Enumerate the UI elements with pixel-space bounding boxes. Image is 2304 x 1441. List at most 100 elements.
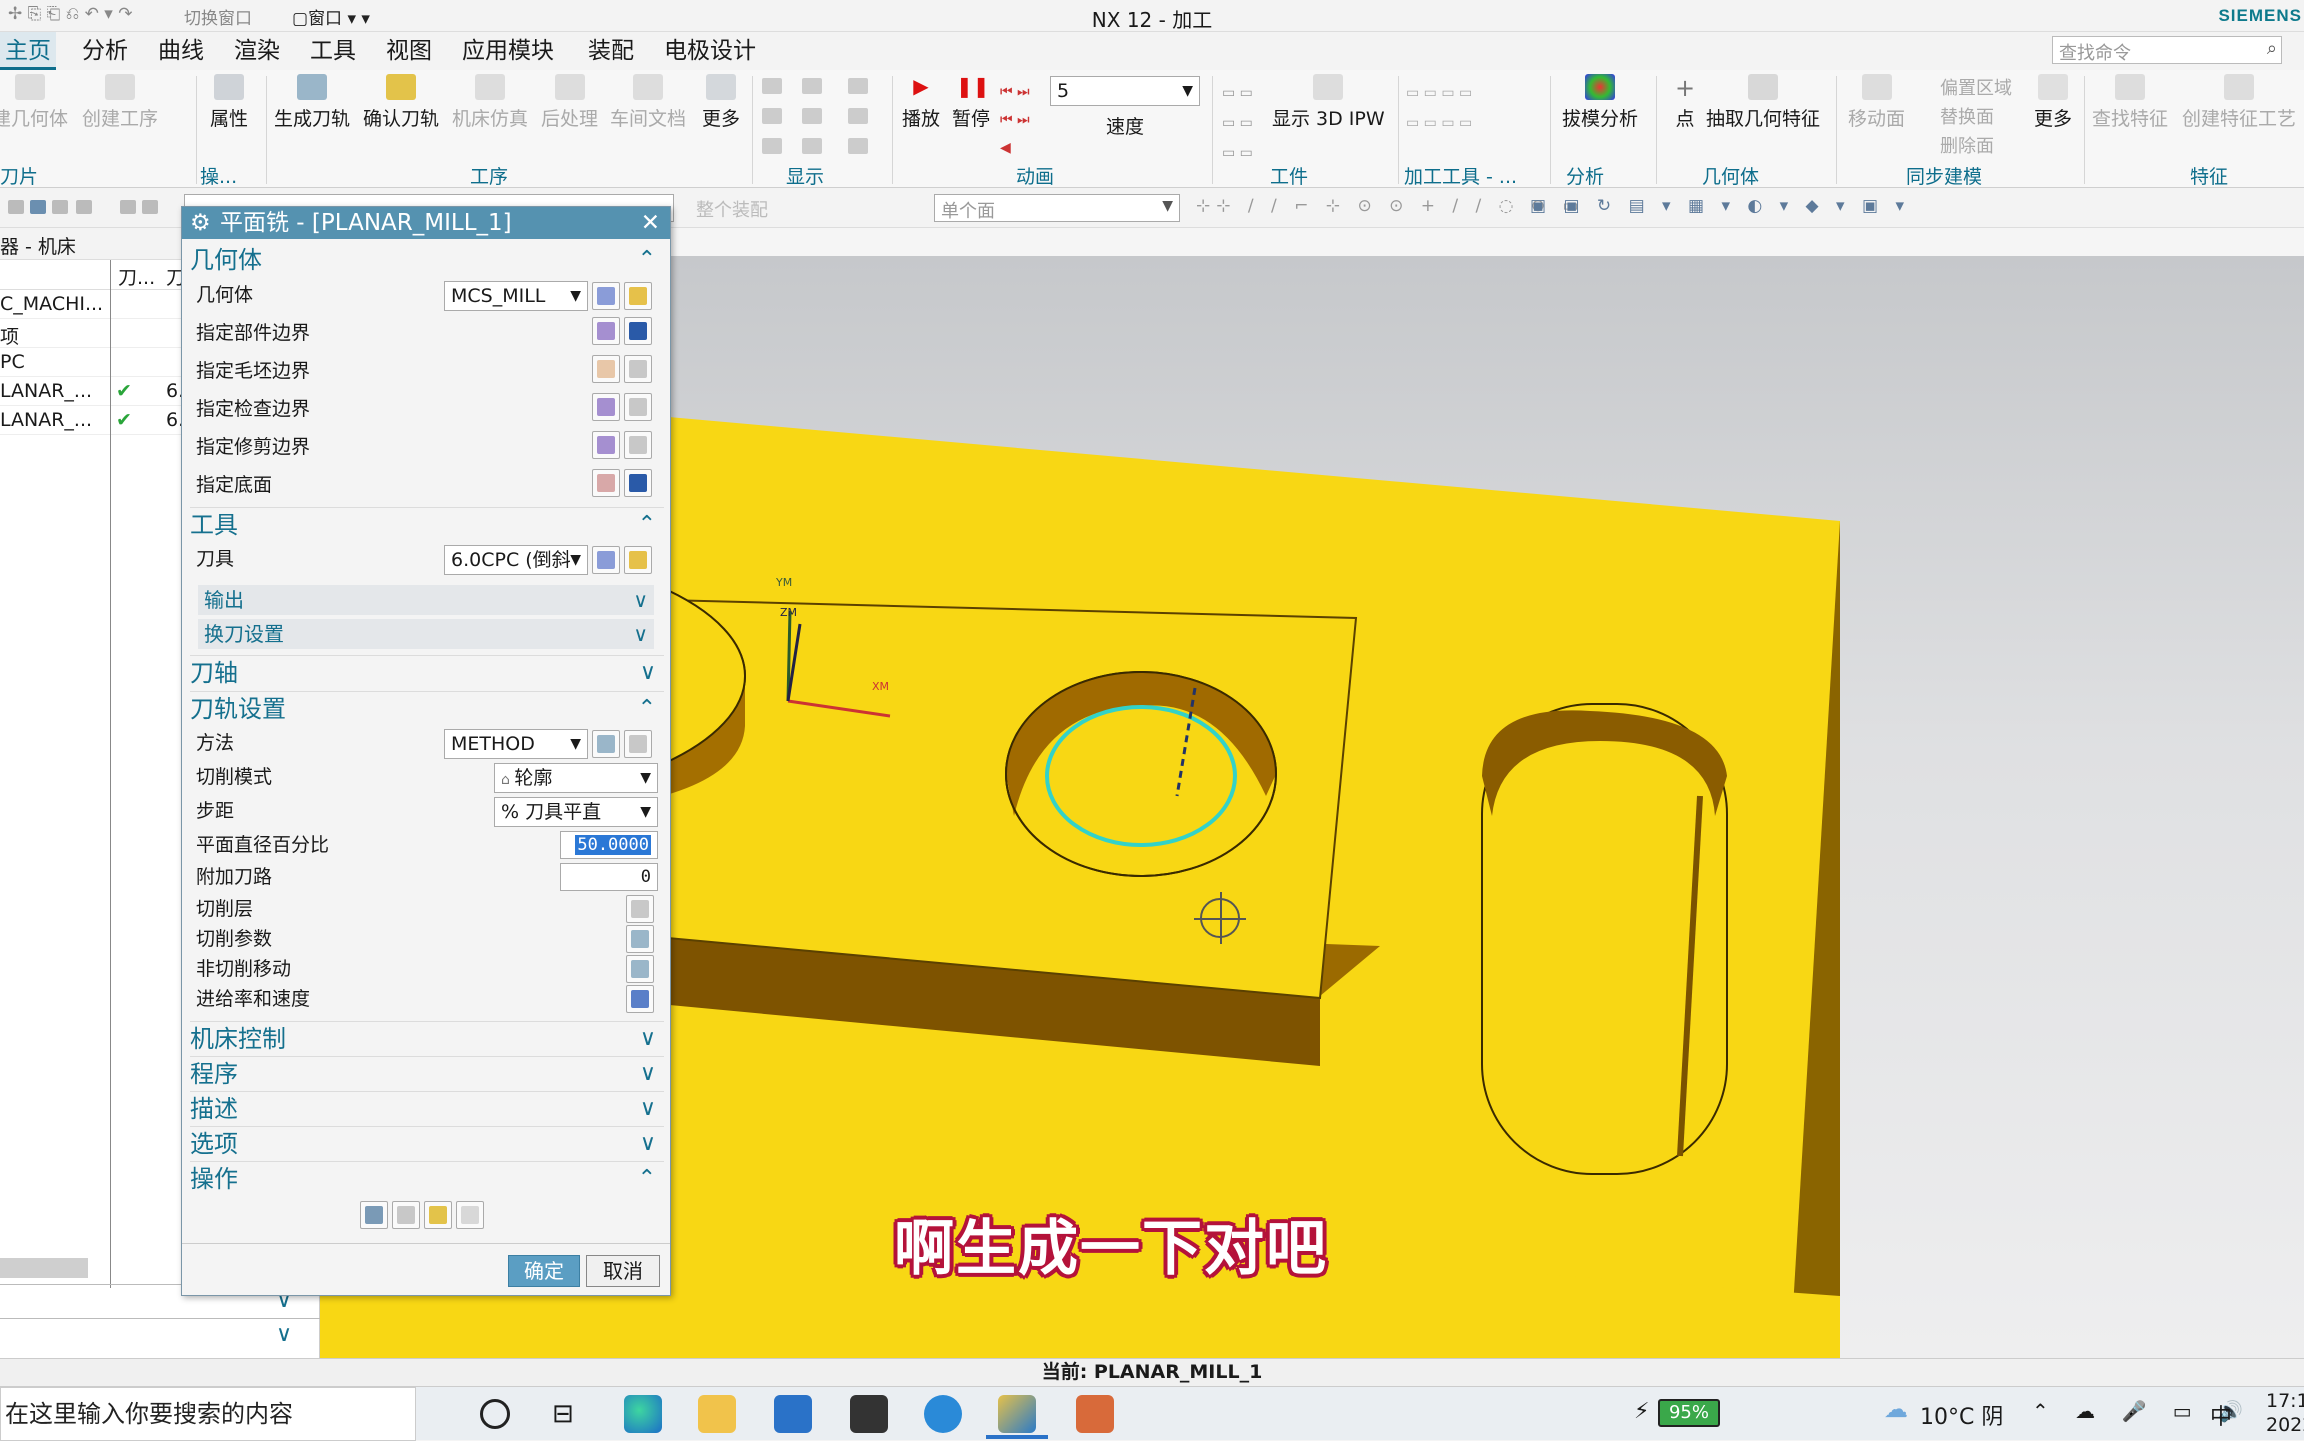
create-operation-button[interactable]: 创建工序 (82, 74, 158, 131)
shop-doc-button[interactable]: 车间文档 (610, 74, 686, 131)
machine-sim-button[interactable]: 机床仿真 (452, 74, 528, 131)
cortana-icon[interactable] (480, 1399, 510, 1429)
pause-button[interactable]: ❚❚ 暂停 (952, 74, 990, 131)
select-floor-button[interactable] (592, 469, 620, 497)
verify-button[interactable] (424, 1201, 452, 1229)
section-program[interactable]: 程序 ∨ (190, 1056, 664, 1090)
move-face-button[interactable]: 移动面 (1848, 74, 1905, 131)
tab-electrode[interactable]: 电极设计 (659, 32, 761, 70)
section-path-settings[interactable]: 刀轨设置 ⌃ (190, 691, 664, 725)
cut-levels-button[interactable] (626, 895, 654, 923)
speed-select[interactable]: 5 ▼ (1050, 76, 1200, 106)
find-feature-button[interactable]: 查找特征 (2092, 74, 2168, 131)
mfg-tools[interactable]: ▭ ▭ ▭ ▭ ▭ ▭ ▭ ▭ (1406, 78, 1472, 138)
tab-curve[interactable]: 曲线 (153, 32, 209, 70)
section-description[interactable]: 描述 ∨ (190, 1091, 664, 1125)
subsection-output[interactable]: 输出 ∨ (198, 585, 654, 615)
section-machine-control[interactable]: 机床控制 ∨ (190, 1021, 664, 1055)
snap-point-icons[interactable]: ⊹⊹ ∕ ∕ ⌐ ⊹ ⊙ ⊙ + ∕ ∕ ◌ ⊘ ▭ (1196, 196, 1585, 216)
show-check-boundary-button[interactable] (624, 393, 652, 421)
ie-icon[interactable] (924, 1395, 962, 1433)
section-tool-axis[interactable]: 刀轴 ∨ (190, 655, 664, 689)
edit-tool-button[interactable] (624, 546, 652, 574)
cut-params-button[interactable] (626, 925, 654, 953)
battery-indicator[interactable]: 95% (1658, 1399, 1720, 1427)
percent-diameter-input[interactable]: 50.0000 (560, 831, 658, 859)
new-tool-button[interactable] (592, 546, 620, 574)
verify-path-button[interactable]: 确认刀轨 (363, 74, 439, 131)
subsection-tool-change[interactable]: 换刀设置 ∨ (198, 619, 654, 649)
generate-button[interactable] (360, 1201, 388, 1229)
show-ipw-button[interactable]: 显示 3D IPW (1272, 74, 1385, 131)
tab-render[interactable]: 渲染 (229, 32, 285, 70)
show-floor-button[interactable] (624, 469, 652, 497)
tab-assembly[interactable]: 装配 (583, 32, 639, 70)
generate-path-button[interactable]: 生成刀轨 (274, 74, 350, 131)
ok-button[interactable]: 确定 (508, 1255, 580, 1287)
geometry-select[interactable]: MCS_MILL ▼ (444, 281, 588, 311)
close-icon[interactable]: ✕ (641, 207, 660, 239)
nx-app-icon[interactable] (998, 1395, 1036, 1433)
show-trim-boundary-button[interactable] (624, 431, 652, 459)
more-sync-button[interactable]: 更多 (2034, 74, 2072, 131)
section-geometry[interactable]: 几何体 ⌃ (190, 243, 664, 277)
extra-passes-input[interactable]: 0 (560, 863, 658, 891)
toolbar-icon[interactable] (76, 200, 92, 214)
select-check-boundary-button[interactable] (592, 393, 620, 421)
tab-analysis[interactable]: 分析 (77, 32, 133, 70)
face-rule-select[interactable]: 单个面 ▼ (934, 194, 1180, 222)
extract-geometry-button[interactable]: 抽取几何特征 (1706, 74, 1820, 131)
task-view-icon[interactable]: ⊟ (552, 1399, 574, 1429)
mail-icon[interactable] (774, 1395, 812, 1433)
edit-geometry-button[interactable] (624, 282, 652, 310)
tab-home[interactable]: 主页 (0, 32, 56, 70)
assembly-scope-select[interactable]: 整个装配 (690, 194, 930, 222)
select-blank-boundary-button[interactable] (592, 355, 620, 383)
cut-pattern-select[interactable]: ⌂ 轮廓 ▼ (494, 763, 658, 793)
edit-method-button[interactable] (624, 730, 652, 758)
ime-indicator[interactable]: 中 (2210, 1399, 2232, 1431)
toolbar-icon[interactable] (30, 200, 46, 214)
cancel-button[interactable]: 取消 (586, 1255, 660, 1287)
tab-tools[interactable]: 工具 (305, 32, 361, 70)
powerpoint-icon[interactable] (1076, 1395, 1114, 1433)
new-method-button[interactable] (592, 730, 620, 758)
more-button[interactable]: 更多 (702, 74, 740, 131)
tab-view[interactable]: 视图 (381, 32, 437, 70)
tool-select[interactable]: 6.0CPC (倒斜 ▼ (444, 545, 588, 575)
file-explorer-icon[interactable] (698, 1395, 736, 1433)
section-actions[interactable]: 操作 ⌃ (190, 1161, 664, 1195)
point-button[interactable]: + 点 (1670, 74, 1700, 131)
store-icon[interactable] (850, 1395, 888, 1433)
column-tool[interactable]: 刀... (118, 263, 155, 290)
section-options[interactable]: 选项 ∨ (190, 1126, 664, 1160)
post-process-button[interactable]: 后处理 (541, 74, 598, 131)
workpiece-tools[interactable]: ▭ ▭ ▭ ▭ ▭ ▭ (1222, 78, 1253, 168)
power-icon[interactable]: ⚡ (1634, 1399, 1649, 1424)
feeds-speeds-button[interactable] (626, 985, 654, 1013)
edge-icon[interactable] (624, 1395, 662, 1433)
play-button[interactable]: ▶ 播放 (902, 74, 940, 131)
select-part-boundary-button[interactable] (592, 317, 620, 345)
attributes-button[interactable]: 属性 (210, 74, 248, 131)
tab-applications[interactable]: 应用模块 (457, 32, 559, 70)
show-blank-boundary-button[interactable] (624, 355, 652, 383)
clock[interactable]: 17:12022/ (2266, 1389, 2304, 1437)
toolbar-icon[interactable] (52, 200, 68, 214)
toolbar-icon[interactable] (142, 200, 158, 214)
dialog-title-bar[interactable]: ⚙ 平面铣 - [PLANAR_MILL_1] ✕ (182, 207, 670, 239)
sync-tools[interactable]: 偏置区域 替换面 删除面 (1920, 74, 2012, 161)
stepover-select[interactable]: % 刀具平直 ▼ (494, 797, 658, 827)
list-button[interactable] (456, 1201, 484, 1229)
draft-analysis-button[interactable]: 拔模分析 (1562, 74, 1638, 131)
toolbar-icon[interactable] (120, 200, 136, 214)
view-icons[interactable]: ▣ ▣ ↻ ▤ ▾ ▦ ▾ ◐ ▾ ◆ ▾ ▣ ▾ (1530, 196, 1910, 216)
create-feature-process-button[interactable]: 创建特征工艺 (2182, 74, 2296, 131)
chevron-down-icon[interactable]: ∨ (276, 1322, 292, 1347)
method-select[interactable]: METHOD ▼ (444, 729, 588, 759)
command-search-input[interactable]: 查找命令 ⌕ (2052, 36, 2282, 64)
new-geometry-button[interactable] (592, 282, 620, 310)
horizontal-scrollbar[interactable] (0, 1258, 88, 1278)
section-tool[interactable]: 工具 ⌃ (190, 507, 664, 541)
taskbar-search-input[interactable]: 在这里输入你要搜索的内容 (0, 1387, 416, 1441)
